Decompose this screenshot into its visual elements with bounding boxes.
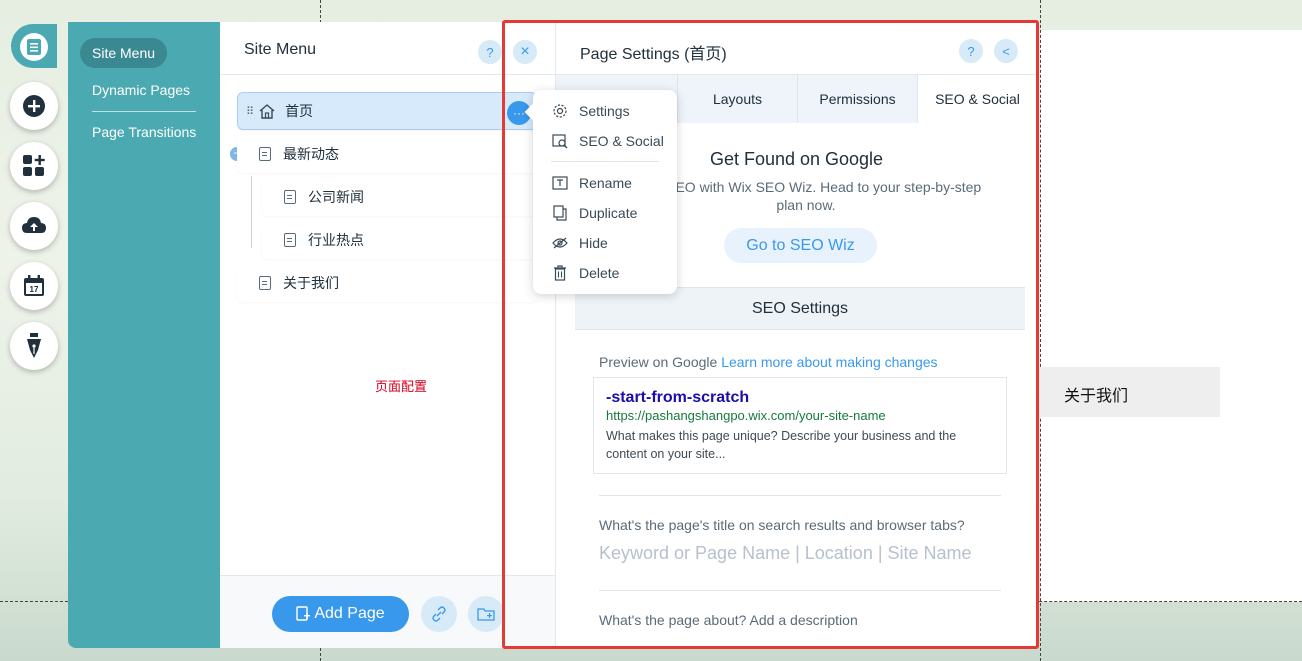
guide-line-vertical-right: [1040, 0, 1041, 661]
preview-label-text: Preview on Google: [599, 354, 718, 370]
page-label: 公司新闻: [308, 189, 364, 205]
nav-dynamic-pages[interactable]: Dynamic Pages: [92, 82, 190, 98]
tab-permissions[interactable]: Permissions: [797, 75, 917, 123]
canvas-menu-item[interactable]: 关于我们: [1040, 367, 1220, 417]
menu-item-duplicate[interactable]: Duplicate: [551, 205, 637, 221]
close-button[interactable]: ×: [513, 40, 537, 64]
upload-cloud-icon[interactable]: [10, 202, 58, 250]
menu-divider: [551, 161, 659, 162]
description-question-label: What's the page about? Add a description: [599, 612, 858, 628]
duplicate-icon: [551, 205, 569, 221]
add-apps-icon[interactable]: [10, 142, 58, 190]
tab-layouts[interactable]: Layouts: [677, 75, 797, 123]
page-icon: [284, 233, 296, 247]
help-button[interactable]: ?: [478, 40, 502, 64]
google-preview-box: -start-from-scratch https://pashangshang…: [593, 377, 1007, 474]
svg-text:17: 17: [30, 285, 39, 294]
page-item-company-news[interactable]: 公司新闻: [262, 178, 537, 216]
annotation-note: 页面配置: [375, 379, 428, 394]
menu-item-seo-social[interactable]: SEO & Social: [551, 133, 664, 149]
menu-item-label: Duplicate: [579, 205, 638, 221]
menu-item-rename[interactable]: Rename: [551, 175, 632, 191]
canvas-area: [1040, 30, 1302, 602]
page-label: 行业热点: [308, 232, 364, 248]
menu-item-label: SEO & Social: [579, 133, 664, 149]
add-elements-icon[interactable]: [10, 82, 58, 130]
hide-eye-icon: [551, 237, 569, 249]
add-page-button[interactable]: Add Page: [272, 596, 409, 632]
page-label: 关于我们: [283, 275, 339, 291]
learn-more-link[interactable]: Learn more about making changes: [721, 354, 937, 370]
google-preview-url: https://pashangshangpo.wix.com/your-site…: [606, 408, 886, 423]
menu-item-label: Rename: [579, 175, 632, 191]
divider: [599, 495, 1001, 496]
tree-connector: [251, 176, 252, 248]
seo-wiz-button[interactable]: Go to SEO Wiz: [724, 228, 877, 263]
nav-page-transitions[interactable]: Page Transitions: [92, 124, 196, 140]
page-label: 首页: [285, 103, 314, 119]
menu-item-settings[interactable]: Settings: [551, 103, 630, 119]
divider: [599, 590, 1001, 591]
back-button[interactable]: <: [994, 39, 1018, 63]
menu-item-label: Delete: [579, 265, 620, 281]
site-menu-footer: Add Page: [220, 575, 555, 648]
page-icon: [259, 276, 271, 290]
nav-divider: [92, 111, 196, 112]
menu-item-label: Settings: [579, 103, 630, 119]
page-icon: [259, 147, 271, 161]
page-item-home[interactable]: ⠿ 首页: [237, 92, 537, 130]
page-item-about-us[interactable]: 关于我们: [237, 264, 537, 302]
page-item-news[interactable]: 最新动态: [237, 135, 537, 173]
page-icon: [284, 190, 296, 204]
tab-seo-social[interactable]: SEO & Social: [917, 75, 1037, 123]
add-page-icon: [296, 606, 311, 621]
page-settings-header: Page Settings (首页) ? <: [556, 22, 1036, 75]
site-menu-panel: Site Menu ? × ⠿ 首页 − 最新动态 公司新闻 行业热点 关于我们…: [220, 22, 555, 648]
gear-icon: [551, 103, 569, 119]
rename-icon: [551, 176, 569, 190]
page-label: 最新动态: [283, 146, 339, 162]
folder-icon: [477, 608, 495, 621]
seo-title-input[interactable]: Keyword or Page Name | Location | Site N…: [599, 543, 972, 564]
seo-search-icon: [551, 133, 569, 149]
add-link-button[interactable]: [421, 596, 457, 632]
trash-icon: [551, 265, 569, 281]
pages-icon[interactable]: [20, 33, 48, 61]
pages-nav-panel: Site Menu Dynamic Pages Page Transitions: [68, 22, 220, 648]
help-button[interactable]: ?: [959, 39, 983, 63]
page-settings-title: Page Settings (首页): [580, 46, 727, 63]
google-preview-title: -start-from-scratch: [606, 389, 750, 406]
add-folder-button[interactable]: [468, 596, 504, 632]
menu-item-delete[interactable]: Delete: [551, 265, 619, 281]
site-menu-header: Site Menu ? ×: [220, 22, 555, 75]
link-icon: [432, 606, 446, 622]
preview-label: Preview on Google Learn more about makin…: [599, 354, 938, 370]
bookings-calendar-icon[interactable]: 17: [10, 262, 58, 310]
google-preview-description: What makes this page unique? Describe yo…: [606, 429, 957, 461]
home-icon: [259, 103, 275, 119]
site-menu-title: Site Menu: [244, 41, 317, 58]
menu-item-hide[interactable]: Hide: [551, 235, 608, 251]
menu-item-label: Hide: [579, 235, 608, 251]
title-question-label: What's the page's title on search result…: [599, 517, 965, 533]
blog-pen-icon[interactable]: [10, 322, 58, 370]
nav-site-menu[interactable]: Site Menu: [80, 38, 168, 68]
add-page-label: Add Page: [314, 605, 385, 622]
drag-handle-icon[interactable]: ⠿: [246, 105, 254, 118]
page-context-menu: Settings SEO & Social Rename Duplicate H…: [533, 90, 677, 294]
page-item-industry-hot[interactable]: 行业热点: [262, 221, 537, 259]
